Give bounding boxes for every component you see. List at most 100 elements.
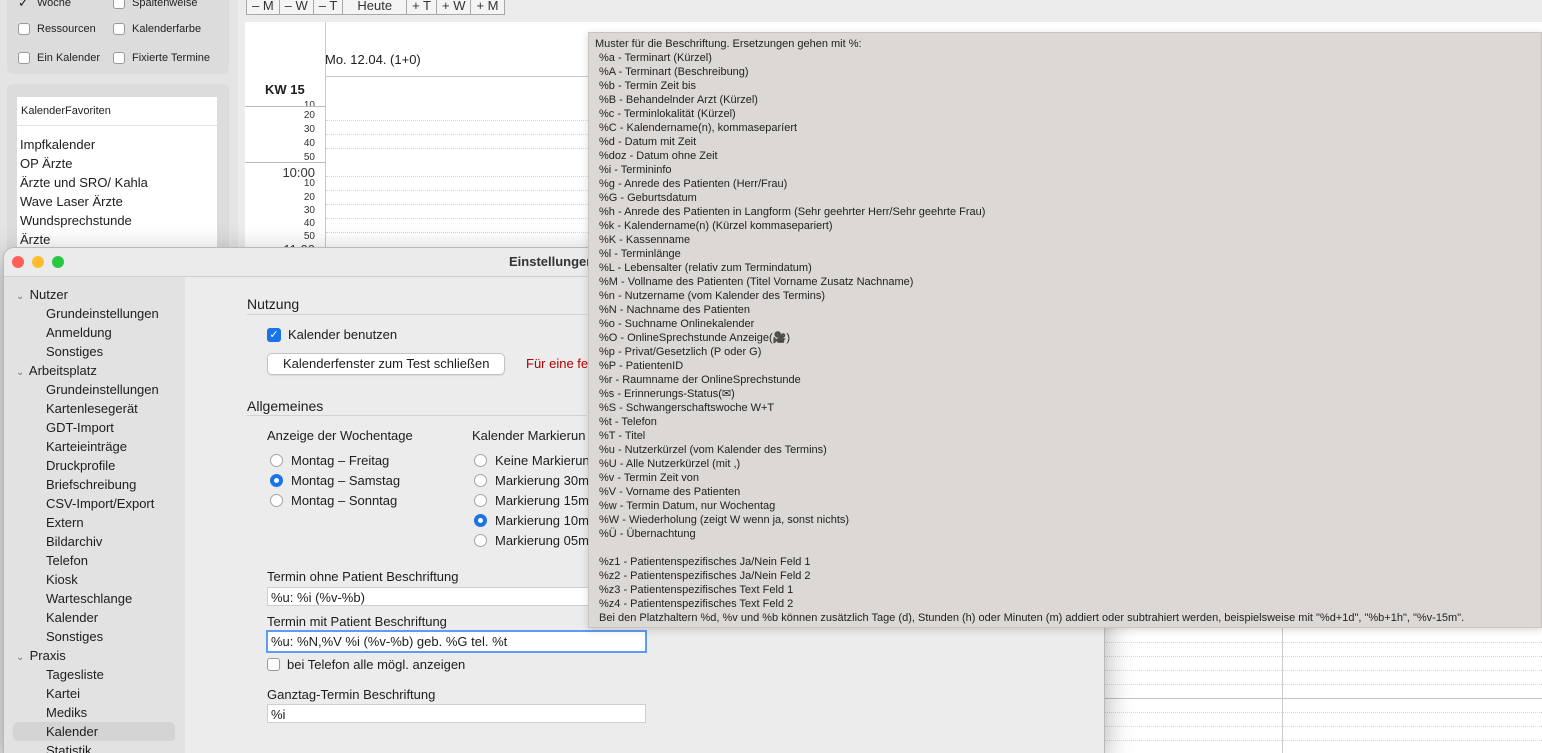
back-day-button[interactable]: – T (312, 0, 344, 15)
header-divider (325, 76, 595, 77)
radio-marking-10[interactable]: Markierung 10m (474, 510, 589, 530)
sidebar-item-kalender-selected[interactable]: Kalender (46, 722, 98, 741)
option-ein-kalender[interactable]: Ein Kalender (18, 52, 100, 64)
sidebar-item[interactable]: Telefon (46, 551, 88, 570)
radio-button[interactable] (474, 453, 487, 467)
favorite-item[interactable]: Ärzte (17, 230, 217, 249)
sidebar-group-arbeitsplatz[interactable]: ⌄ Arbeitsplatz (16, 361, 97, 380)
option-woche[interactable]: ✓ Woche (18, 0, 71, 9)
sidebar-item[interactable]: Karteieinträge (46, 437, 127, 456)
chevron-down-icon[interactable]: ⌄ (16, 648, 26, 667)
tooltip-line: %K - Kassenname (599, 234, 691, 246)
sidebar-group-praxis[interactable]: ⌄ Praxis (16, 646, 66, 665)
radio-button-selected[interactable] (474, 513, 487, 527)
tooltip-line: %C - Kalendername(n), kommaseparíert (599, 122, 798, 134)
sidebar-item[interactable]: Kiosk (46, 570, 78, 589)
chevron-down-icon[interactable]: ⌄ (16, 287, 26, 306)
radio-button-selected[interactable] (270, 473, 283, 487)
option-label: Woche (37, 0, 72, 9)
without-patient-label: Termin ohne Patient Beschriftung (267, 569, 459, 584)
checkmark-icon: ✓ (18, 0, 29, 10)
sidebar-item[interactable]: Sonstiges (46, 342, 103, 361)
sidebar-item[interactable]: Mediks (46, 703, 87, 722)
forward-month-button[interactable]: + M (470, 0, 505, 15)
sidebar-item[interactable]: Druckprofile (46, 456, 115, 475)
sidebar-item[interactable]: Bildarchiv (46, 532, 102, 551)
tooltip-line: %a - Terminart (Kürzel) (599, 52, 712, 64)
radio-button[interactable] (474, 533, 487, 547)
tooltip-line: Muster für die Beschriftung. Ersetzungen… (595, 38, 862, 50)
favorite-item[interactable]: Impfkalender (17, 135, 217, 154)
grid-line (1105, 726, 1542, 727)
phone-all-checkbox-row[interactable]: bei Telefon alle mögl. anzeigen (267, 657, 465, 672)
radio-label: Montag – Samstag (291, 472, 401, 488)
favorite-item[interactable]: OP Ärzte (17, 154, 217, 173)
grid-line (326, 120, 588, 121)
sidebar-item[interactable]: Statistik (46, 741, 92, 753)
forward-week-button[interactable]: + W (435, 0, 472, 15)
sidebar-item[interactable]: Tagesliste (46, 665, 104, 684)
radio-marking-30[interactable]: Markierung 30m (474, 470, 589, 490)
checkbox[interactable] (113, 52, 125, 64)
sidebar-item[interactable]: CSV-Import/Export (46, 494, 154, 513)
radio-mo-sa[interactable]: Montag – Samstag (270, 470, 400, 490)
tooltip-line: %v - Termin Zeit von (599, 472, 700, 484)
checkbox[interactable] (267, 658, 280, 671)
chevron-down-icon[interactable]: ⌄ (16, 363, 26, 382)
use-calendar-checkbox-row[interactable]: ✓ Kalender benutzen (267, 327, 397, 342)
favorite-item[interactable]: Ärzte und SRO/ Kahla (17, 173, 217, 192)
radio-button[interactable] (474, 473, 487, 487)
sidebar-item[interactable]: Grundeinstellungen (46, 380, 159, 399)
checkbox-checked-icon[interactable]: ✓ (267, 327, 281, 342)
checkbox[interactable] (18, 52, 30, 64)
allday-field[interactable]: %i (267, 704, 646, 723)
checkbox[interactable] (113, 23, 125, 35)
close-window-icon[interactable] (12, 256, 24, 268)
sidebar-item[interactable]: Sonstiges (46, 627, 103, 646)
radio-mo-fr[interactable]: Montag – Freitag (270, 450, 389, 470)
sidebar-item[interactable]: Briefschreibung (46, 475, 136, 494)
tooltip-line: %z1 - Patientenspezifisches Ja/Nein Feld… (599, 556, 811, 568)
sidebar-group-nutzer[interactable]: ⌄ Nutzer (16, 285, 68, 304)
radio-button[interactable] (270, 453, 283, 467)
sidebar-item[interactable]: Anmeldung (46, 323, 112, 342)
sidebar-item[interactable]: Kartenlesegerät (46, 399, 138, 418)
forward-day-button[interactable]: + T (406, 0, 437, 15)
close-test-calendar-button[interactable]: Kalenderfenster zum Test schließen (267, 353, 506, 375)
radio-label: Keine Markierun (495, 452, 590, 468)
sidebar-item[interactable]: Extern (46, 513, 84, 532)
radio-marking-05[interactable]: Markierung 05m (474, 530, 589, 550)
phone-all-label: bei Telefon alle mögl. anzeigen (287, 657, 466, 672)
option-ressourcen[interactable]: Ressourcen (18, 23, 96, 35)
sidebar-item[interactable]: Grundeinstellungen (46, 304, 159, 323)
radio-mo-so[interactable]: Montag – Sonntag (270, 490, 397, 510)
minimize-window-icon[interactable] (32, 256, 44, 268)
tooltip-line: %T - Titel (599, 430, 646, 442)
checkbox[interactable] (113, 0, 125, 9)
back-month-button[interactable]: – M (246, 0, 280, 15)
sidebar-item[interactable]: Warteschlange (46, 589, 132, 608)
radio-button[interactable] (270, 493, 283, 507)
with-patient-field[interactable]: %u: %N,%V %i (%v-%b) geb. %G tel. %t (266, 630, 647, 653)
favorite-item[interactable]: Wave Laser Ärzte (17, 192, 217, 211)
radio-button[interactable] (474, 493, 487, 507)
back-week-button[interactable]: – W (278, 0, 314, 15)
tooltip-line: %W - Wiederholung (zeigt W wenn ja, sons… (599, 514, 850, 526)
option-spaltenweise[interactable]: Spaltenweise (113, 0, 197, 9)
radio-label: Markierung 30m (495, 472, 589, 488)
sidebar-item[interactable]: Kartei (46, 684, 80, 703)
option-kalenderfarbe[interactable]: Kalenderfarbe (113, 23, 201, 35)
today-button[interactable]: Heute (342, 0, 408, 15)
favorite-item[interactable]: Wundsprechstunde (17, 211, 217, 230)
day-header[interactable]: Mo. 12.04. (1+0) (325, 52, 421, 67)
option-fixierte-termine[interactable]: Fixierte Termine (113, 52, 210, 64)
checkbox[interactable] (18, 23, 30, 35)
sidebar-item[interactable]: Kalender (46, 608, 98, 627)
radio-marking-15[interactable]: Markierung 15m (474, 490, 589, 510)
grid-line (1105, 712, 1542, 713)
tooltip-line: %d - Datum mit Zeit (599, 136, 697, 148)
radio-marking-none[interactable]: Keine Markierun (474, 450, 590, 470)
zoom-window-icon[interactable] (52, 256, 64, 268)
tooltip-line: %N - Nachname des Patienten (599, 304, 751, 316)
sidebar-item[interactable]: GDT-Import (46, 418, 114, 437)
